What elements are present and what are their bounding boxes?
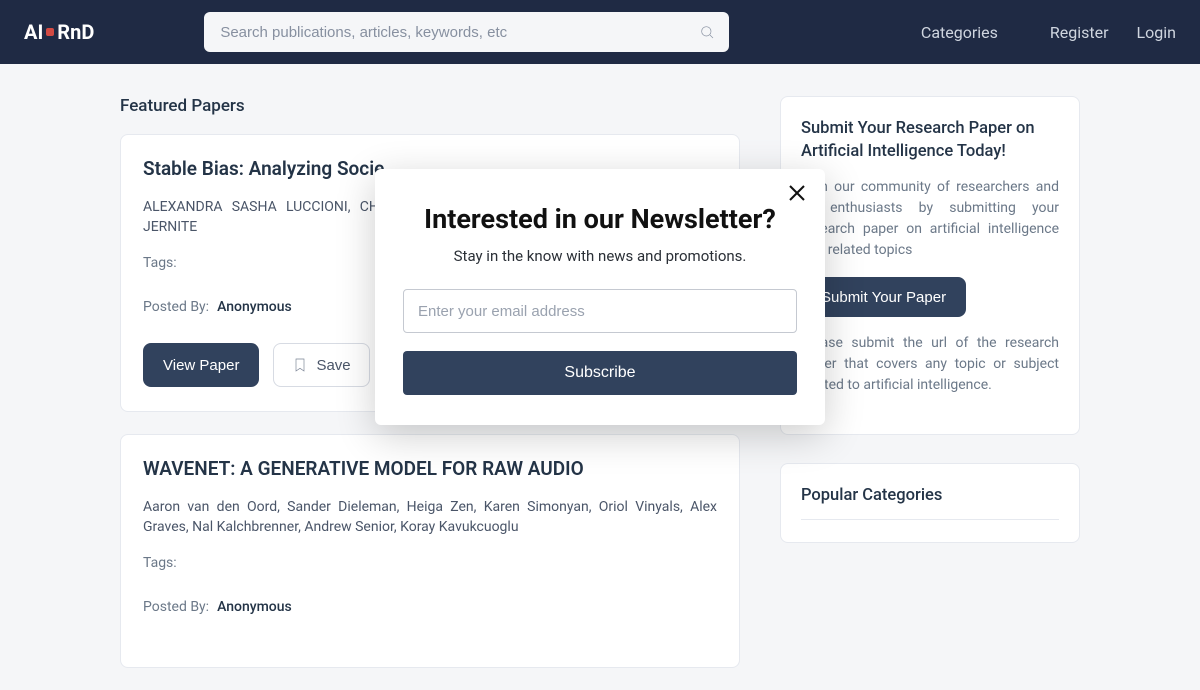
submit-paper-heading: Submit Your Research Paper on Artificial… <box>801 117 1059 163</box>
featured-heading: Featured Papers <box>120 96 740 116</box>
paper-authors: Aaron van den Oord, Sander Dieleman, Hei… <box>143 498 717 537</box>
submit-paper-body: Join our community of researchers and AI… <box>801 177 1059 261</box>
popular-categories-heading: Popular Categories <box>801 484 1059 507</box>
paper-title[interactable]: WAVENET: A GENERATIVE MODEL FOR RAW AUDI… <box>143 457 717 480</box>
submit-paper-card: Submit Your Research Paper on Artificial… <box>780 96 1080 435</box>
submit-paper-body2: Please submit the url of the research pa… <box>801 333 1059 396</box>
logo[interactable]: AI RnD <box>24 20 94 44</box>
posted-by: Posted By: Anonymous <box>143 599 717 615</box>
nav-register[interactable]: Register <box>1050 23 1109 42</box>
save-label: Save <box>316 357 350 374</box>
bookmark-icon <box>292 356 308 374</box>
sidebar-column: Submit Your Research Paper on Artificial… <box>780 96 1080 690</box>
posted-by-value: Anonymous <box>217 299 292 315</box>
search-wrapper <box>204 12 729 52</box>
modal-title: Interested in our Newsletter? <box>403 203 797 235</box>
close-icon <box>785 181 809 205</box>
nav-categories[interactable]: Categories <box>921 23 998 42</box>
submit-paper-button[interactable]: Submit Your Paper <box>801 277 966 317</box>
save-paper-button[interactable]: Save <box>273 343 369 387</box>
logo-text-part1: AI <box>24 20 43 44</box>
search-icon <box>699 24 715 40</box>
posted-by-value: Anonymous <box>217 599 292 615</box>
subscribe-button[interactable]: Subscribe <box>403 351 797 395</box>
view-paper-button[interactable]: View Paper <box>143 343 259 387</box>
search-input[interactable] <box>204 12 729 52</box>
posted-by-label: Posted By: <box>143 599 209 615</box>
modal-close-button[interactable] <box>785 181 809 205</box>
nav-login[interactable]: Login <box>1137 23 1176 42</box>
logo-dot-icon <box>46 28 54 36</box>
paper-card: WAVENET: A GENERATIVE MODEL FOR RAW AUDI… <box>120 434 740 668</box>
nav-auth-group: Register Login <box>1050 23 1176 42</box>
paper-tags: Tags: <box>143 555 717 571</box>
newsletter-modal: Interested in our Newsletter? Stay in th… <box>375 169 825 425</box>
newsletter-email-input[interactable] <box>403 289 797 333</box>
logo-text-part2: RnD <box>57 20 94 44</box>
modal-subtitle: Stay in the know with news and promotion… <box>403 247 797 265</box>
top-nav: Categories Register Login <box>921 23 1176 42</box>
posted-by-label: Posted By: <box>143 299 209 315</box>
popular-categories-card: Popular Categories <box>780 463 1080 543</box>
divider <box>801 519 1059 520</box>
top-bar: AI RnD Categories Register Login <box>0 0 1200 64</box>
